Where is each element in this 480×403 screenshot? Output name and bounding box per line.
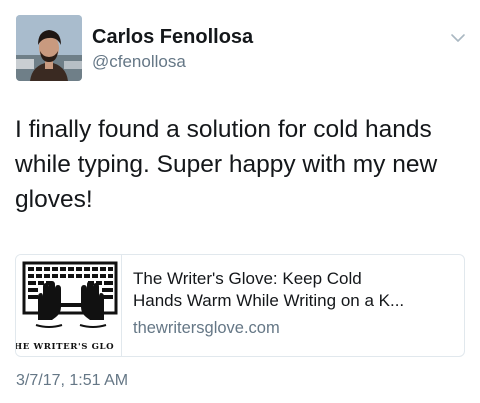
- tweet-text-line: gloves!: [15, 186, 93, 213]
- tweet-text-line: while typing. Super happy with my new: [15, 151, 438, 178]
- author-display-name[interactable]: Carlos Fenollosa: [92, 26, 253, 49]
- link-card-title[interactable]: The Writer's Glove: Keep Cold Hands Warm…: [133, 268, 455, 312]
- author-handle[interactable]: @cfenollosa: [92, 52, 186, 72]
- link-card[interactable]: HE WRITER'S GLO The Writer's Glove: Keep…: [15, 254, 465, 357]
- avatar[interactable]: [16, 15, 82, 81]
- avatar-photo-icon: [16, 15, 82, 81]
- tweet-text: I finally found a solution for cold hand…: [15, 112, 470, 217]
- tweet-timestamp[interactable]: 3/7/17, 1:51 AM: [16, 372, 128, 390]
- link-card-title-line: Hands Warm While Writing on a K...: [133, 291, 405, 310]
- tweet-menu-button[interactable]: [448, 28, 468, 48]
- chevron-down-icon: [451, 34, 465, 42]
- tweet-text-line: I finally found a solution for cold hand…: [15, 116, 432, 143]
- keyboard-gloves-logo-icon: [22, 261, 118, 328]
- link-card-image-caption: HE WRITER'S GLO: [16, 342, 115, 352]
- link-card-domain: thewritersglove.com: [133, 319, 280, 337]
- link-card-title-line: The Writer's Glove: Keep Cold: [133, 269, 362, 288]
- link-card-image: HE WRITER'S GLO: [16, 255, 122, 356]
